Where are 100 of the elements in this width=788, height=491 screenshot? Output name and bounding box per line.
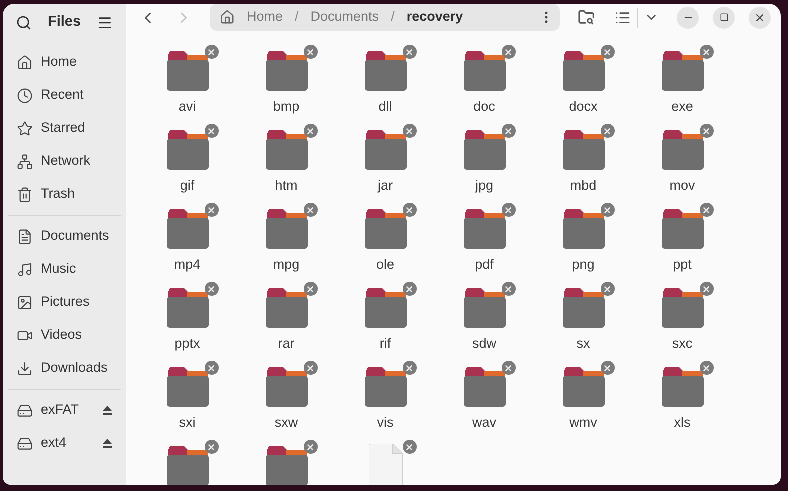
sidebar-item[interactable]: Trash bbox=[8, 178, 121, 211]
file-name[interactable]: pptx bbox=[174, 334, 200, 354]
file-name[interactable]: xls bbox=[674, 413, 691, 434]
file-name[interactable]: wav bbox=[472, 413, 496, 434]
remove-badge-icon[interactable] bbox=[204, 45, 218, 59]
folder-icon bbox=[662, 367, 704, 407]
remove-badge-icon[interactable] bbox=[600, 203, 614, 217]
folder-icon bbox=[662, 130, 704, 170]
file-name[interactable]: htm bbox=[275, 176, 298, 196]
remove-badge-icon[interactable] bbox=[204, 440, 218, 454]
sidebar-item[interactable]: Music bbox=[8, 253, 121, 286]
remove-badge-icon[interactable] bbox=[304, 203, 318, 217]
remove-badge-icon[interactable] bbox=[700, 124, 714, 138]
folder-icon bbox=[166, 446, 208, 485]
file-name[interactable]: mpg bbox=[273, 255, 300, 276]
remove-badge-icon[interactable] bbox=[402, 361, 416, 375]
file-name[interactable]: dll bbox=[378, 97, 392, 118]
file-name[interactable]: pdf bbox=[475, 255, 494, 276]
file-name[interactable]: bmp bbox=[273, 97, 300, 118]
remove-badge-icon[interactable] bbox=[502, 124, 516, 138]
file-name[interactable]: ole bbox=[376, 255, 394, 276]
folder-icon bbox=[166, 288, 208, 328]
file-name[interactable]: jpg bbox=[475, 176, 494, 196]
remove-badge-icon[interactable] bbox=[304, 124, 318, 138]
remove-badge-icon[interactable] bbox=[204, 282, 218, 296]
remove-badge-icon[interactable] bbox=[700, 45, 714, 59]
folder-icon bbox=[464, 288, 506, 328]
file-name[interactable]: exe bbox=[672, 97, 694, 118]
file-name[interactable]: doc bbox=[474, 97, 496, 118]
file-name[interactable]: png bbox=[572, 255, 595, 276]
close-icon bbox=[754, 12, 766, 24]
remove-badge-icon[interactable] bbox=[204, 124, 218, 138]
file-name[interactable]: mp4 bbox=[174, 255, 201, 276]
remove-badge-icon[interactable] bbox=[600, 124, 614, 138]
sidebar-item[interactable]: exFAT bbox=[8, 394, 121, 427]
file-name[interactable]: wmv bbox=[570, 413, 598, 434]
remove-badge-icon[interactable] bbox=[600, 282, 614, 296]
remove-badge-icon[interactable] bbox=[304, 45, 318, 59]
remove-badge-icon[interactable] bbox=[304, 440, 318, 454]
file-name[interactable]: vis bbox=[377, 413, 394, 434]
remove-badge-icon[interactable] bbox=[700, 203, 714, 217]
remove-badge-icon[interactable] bbox=[502, 45, 516, 59]
file-name[interactable]: sxw bbox=[274, 413, 298, 434]
sidebar-item[interactable]: Documents bbox=[8, 220, 121, 253]
remove-badge-icon[interactable] bbox=[502, 361, 516, 375]
file-name[interactable]: sxi bbox=[179, 413, 196, 434]
remove-badge-icon[interactable] bbox=[502, 282, 516, 296]
breadcrumb[interactable]: Documents bbox=[310, 7, 380, 28]
remove-badge-icon[interactable] bbox=[304, 282, 318, 296]
folder-icon bbox=[364, 130, 406, 170]
sidebar-item[interactable]: Starred bbox=[8, 112, 121, 145]
folder-icon bbox=[562, 130, 604, 170]
sidebar-item[interactable]: Downloads bbox=[8, 352, 121, 385]
folder-icon bbox=[662, 209, 704, 249]
file-name[interactable]: sdw bbox=[472, 334, 496, 354]
file-name[interactable]: ppt bbox=[673, 255, 692, 276]
file-name[interactable]: mbd bbox=[570, 176, 597, 196]
file-name[interactable]: rar bbox=[278, 334, 295, 354]
remove-badge-icon[interactable] bbox=[204, 361, 218, 375]
folder-icon bbox=[266, 446, 308, 485]
remove-badge-icon[interactable] bbox=[600, 45, 614, 59]
remove-badge-icon[interactable] bbox=[402, 124, 416, 138]
remove-badge-icon[interactable] bbox=[402, 203, 416, 217]
remove-badge-icon[interactable] bbox=[402, 440, 416, 454]
sidebar-item[interactable]: ext4 bbox=[8, 427, 121, 460]
remove-badge-icon[interactable] bbox=[502, 203, 516, 217]
maximize-button[interactable] bbox=[713, 6, 735, 28]
folder-icon bbox=[464, 367, 506, 407]
file-name[interactable]: jar bbox=[378, 176, 393, 196]
sidebar-item[interactable]: Network bbox=[8, 145, 121, 178]
remove-badge-icon[interactable] bbox=[402, 282, 416, 296]
close-button[interactable] bbox=[749, 6, 771, 28]
file-name[interactable]: sxc bbox=[672, 334, 693, 354]
breadcrumb[interactable]: recovery bbox=[406, 7, 464, 28]
sidebar-item[interactable]: Recent bbox=[8, 79, 121, 112]
eject-icon[interactable] bbox=[103, 406, 112, 415]
folder-icon bbox=[266, 288, 308, 328]
file-name[interactable]: docx bbox=[569, 97, 598, 118]
remove-badge-icon[interactable] bbox=[700, 282, 714, 296]
remove-badge-icon[interactable] bbox=[304, 361, 318, 375]
eject-icon[interactable] bbox=[103, 439, 112, 448]
sidebar-item[interactable]: Pictures bbox=[8, 286, 121, 319]
sidebar-item[interactable]: Videos bbox=[8, 319, 121, 352]
folder-search-icon[interactable] bbox=[578, 9, 595, 26]
file-name[interactable]: gif bbox=[180, 176, 195, 196]
list-view-icon[interactable] bbox=[615, 10, 631, 26]
menu-icon[interactable] bbox=[97, 15, 113, 31]
sidebar-item[interactable]: Home bbox=[8, 46, 121, 79]
file-name[interactable]: rif bbox=[380, 334, 392, 354]
file-name[interactable]: mov bbox=[670, 176, 696, 196]
file-name[interactable]: sx bbox=[576, 334, 590, 354]
folder-icon bbox=[364, 288, 406, 328]
remove-badge-icon[interactable] bbox=[204, 203, 218, 217]
search-icon[interactable] bbox=[16, 15, 32, 31]
file-name[interactable]: avi bbox=[178, 97, 196, 118]
folder-icon bbox=[562, 51, 604, 91]
remove-badge-icon[interactable] bbox=[600, 361, 614, 375]
remove-badge-icon[interactable] bbox=[700, 361, 714, 375]
breadcrumb[interactable]: Home bbox=[247, 7, 284, 28]
remove-badge-icon[interactable] bbox=[402, 45, 416, 59]
